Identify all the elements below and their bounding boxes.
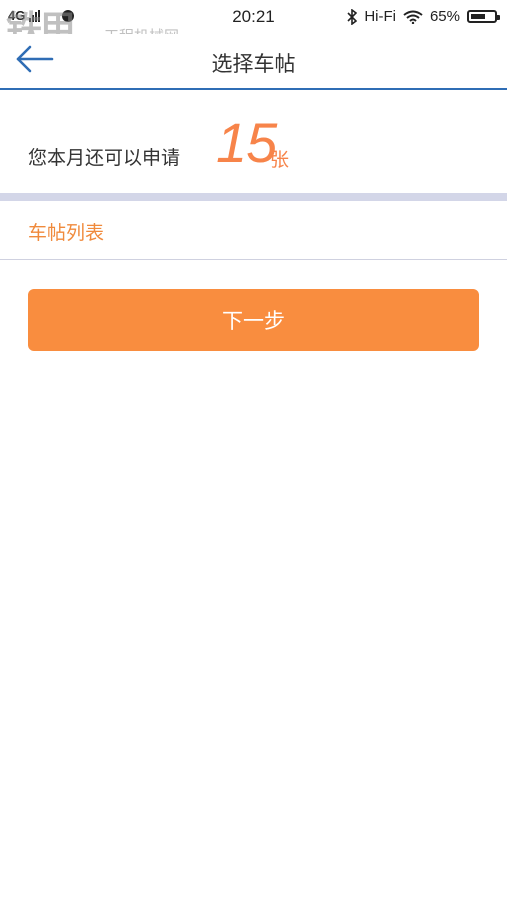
next-button[interactable]: 下一步 — [28, 289, 479, 351]
battery-level — [471, 14, 486, 19]
bluetooth-icon — [347, 8, 358, 25]
content-area — [0, 260, 507, 900]
status-right: Hi-Fi 65% — [347, 8, 500, 25]
wifi-label: Hi-Fi — [364, 8, 396, 25]
nav-bar: 选择车帖 — [0, 34, 507, 90]
quota-count: 15 — [216, 111, 277, 174]
battery-icon — [467, 10, 500, 23]
quota-section: 您本月还可以申请 15 张 — [0, 90, 507, 194]
wifi-icon — [403, 10, 423, 24]
page-title: 选择车帖 — [211, 52, 296, 76]
list-header-label: 车帖列表 — [28, 222, 105, 244]
quota-unit: 张 — [270, 149, 290, 171]
battery-percent: 65% — [429, 8, 460, 25]
status-bar: 4G 20:21 Hi-Fi 65% — [0, 0, 507, 34]
quota-label: 您本月还可以申请 — [28, 147, 181, 169]
section-divider — [0, 193, 507, 201]
list-header: 车帖列表 — [0, 201, 507, 260]
